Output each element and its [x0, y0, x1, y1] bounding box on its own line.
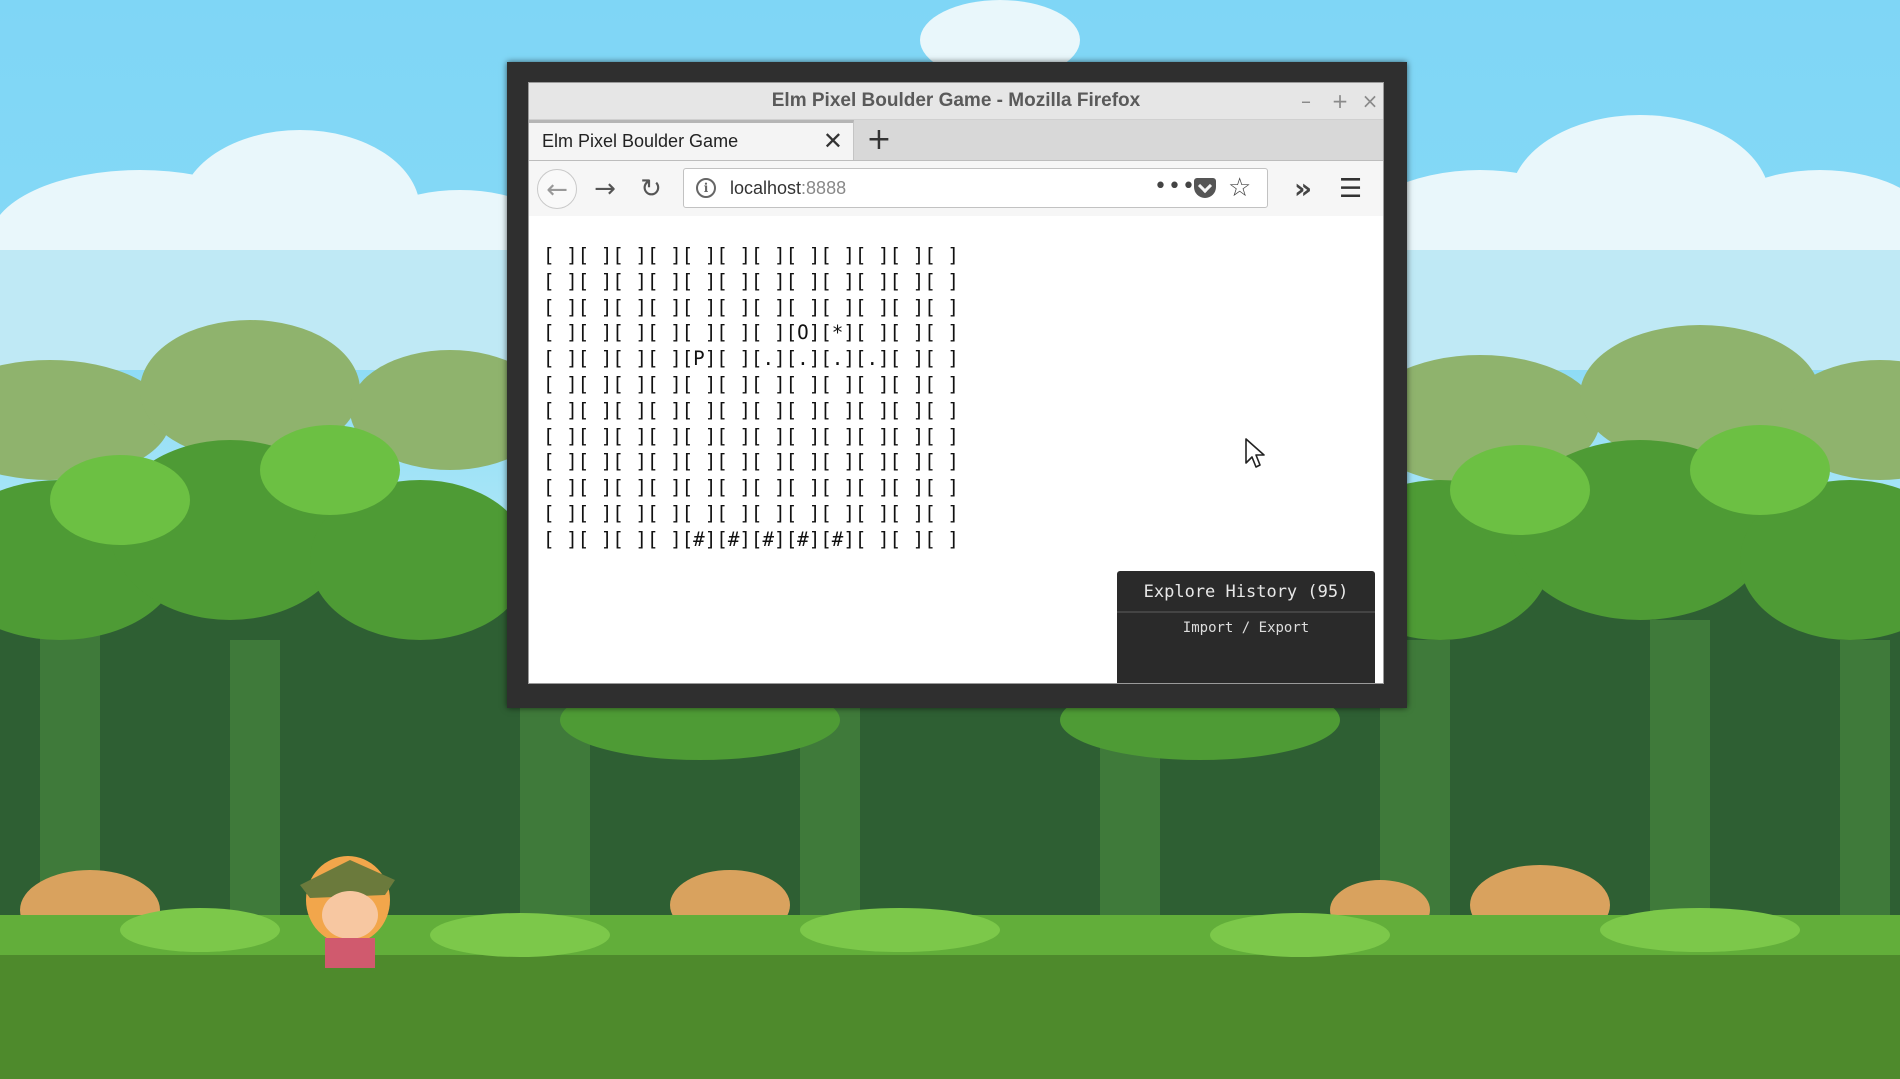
title-bar[interactable]: Elm Pixel Boulder Game - Mozilla Firefox… — [529, 83, 1383, 120]
overflow-chevron-icon[interactable]: » — [1294, 169, 1312, 209]
page-actions-icon[interactable]: ••• — [1154, 169, 1196, 205]
mouse-cursor-icon — [1245, 438, 1265, 468]
tab-close-icon[interactable]: ✕ — [823, 123, 843, 160]
game-grid-row: [ ][ ][ ][ ][P][ ][.][.][.][.][ ][ ] — [543, 347, 959, 371]
game-grid-row: [ ][ ][ ][ ][ ][ ][ ][ ][ ][ ][ ][ ] — [543, 398, 959, 422]
game-grid-row: [ ][ ][ ][ ][ ][ ][ ][ ][ ][ ][ ][ ] — [543, 501, 959, 525]
navigation-toolbar: ← → ↻ i localhost:8888 ••• ☆ » ☰ — [529, 161, 1383, 218]
game-grid-row: [ ][ ][ ][ ][ ][ ][ ][ ][ ][ ][ ][ ] — [543, 372, 959, 396]
game-grid: [ ][ ][ ][ ][ ][ ][ ][ ][ ][ ][ ][ ][ ][… — [543, 243, 959, 553]
game-grid-row: [ ][ ][ ][ ][ ][ ][ ][ ][ ][ ][ ][ ] — [543, 244, 959, 267]
maximize-button[interactable]: + — [1325, 83, 1355, 119]
tab-strip: Elm Pixel Boulder Game ✕ + — [529, 120, 1383, 161]
pocket-icon[interactable] — [1194, 178, 1216, 198]
game-grid-row: [ ][ ][ ][ ][ ][ ][ ][ ][ ][ ][ ][ ] — [543, 295, 959, 319]
firefox-window: Elm Pixel Boulder Game - Mozilla Firefox… — [528, 82, 1384, 684]
bookmark-star-icon[interactable]: ☆ — [1228, 169, 1251, 207]
forward-button[interactable]: → — [585, 169, 625, 209]
url-bar[interactable]: i localhost:8888 ••• ☆ — [683, 168, 1268, 208]
tab-elm-pixel-boulder-game[interactable]: Elm Pixel Boulder Game ✕ — [529, 120, 854, 160]
window-title: Elm Pixel Boulder Game - Mozilla Firefox — [771, 90, 1141, 111]
game-grid-row: [ ][ ][ ][ ][ ][ ][ ][O][*][ ][ ][ ] — [543, 321, 959, 345]
import-export-button[interactable]: Import / Export — [1117, 613, 1375, 643]
close-window-button[interactable]: × — [1355, 83, 1383, 119]
tab-label: Elm Pixel Boulder Game — [542, 131, 739, 151]
explore-history-button[interactable]: Explore History (95) — [1117, 573, 1375, 611]
hamburger-menu-icon[interactable]: ☰ — [1339, 169, 1362, 209]
new-tab-button[interactable]: + — [859, 120, 899, 160]
url-port: :8888 — [801, 178, 847, 198]
reload-button[interactable]: ↻ — [631, 169, 671, 209]
url-host: localhost — [730, 178, 802, 198]
site-info-icon[interactable]: i — [696, 178, 716, 198]
game-grid-row: [ ][ ][ ][ ][ ][ ][ ][ ][ ][ ][ ][ ] — [543, 450, 959, 474]
history-panel[interactable]: Explore History (95) Import / Export — [1117, 571, 1375, 683]
game-grid-row: [ ][ ][ ][ ][ ][ ][ ][ ][ ][ ][ ][ ] — [543, 269, 959, 293]
back-button[interactable]: ← — [537, 169, 577, 209]
game-grid-row: [ ][ ][ ][ ][ ][ ][ ][ ][ ][ ][ ][ ] — [543, 424, 959, 448]
url-text[interactable]: localhost:8888 — [730, 169, 846, 207]
minimize-button[interactable]: – — [1291, 83, 1321, 119]
game-grid-row: [ ][ ][ ][ ][#][#][#][#][#][ ][ ][ ] — [543, 527, 959, 551]
game-grid-row: [ ][ ][ ][ ][ ][ ][ ][ ][ ][ ][ ][ ] — [543, 476, 959, 500]
